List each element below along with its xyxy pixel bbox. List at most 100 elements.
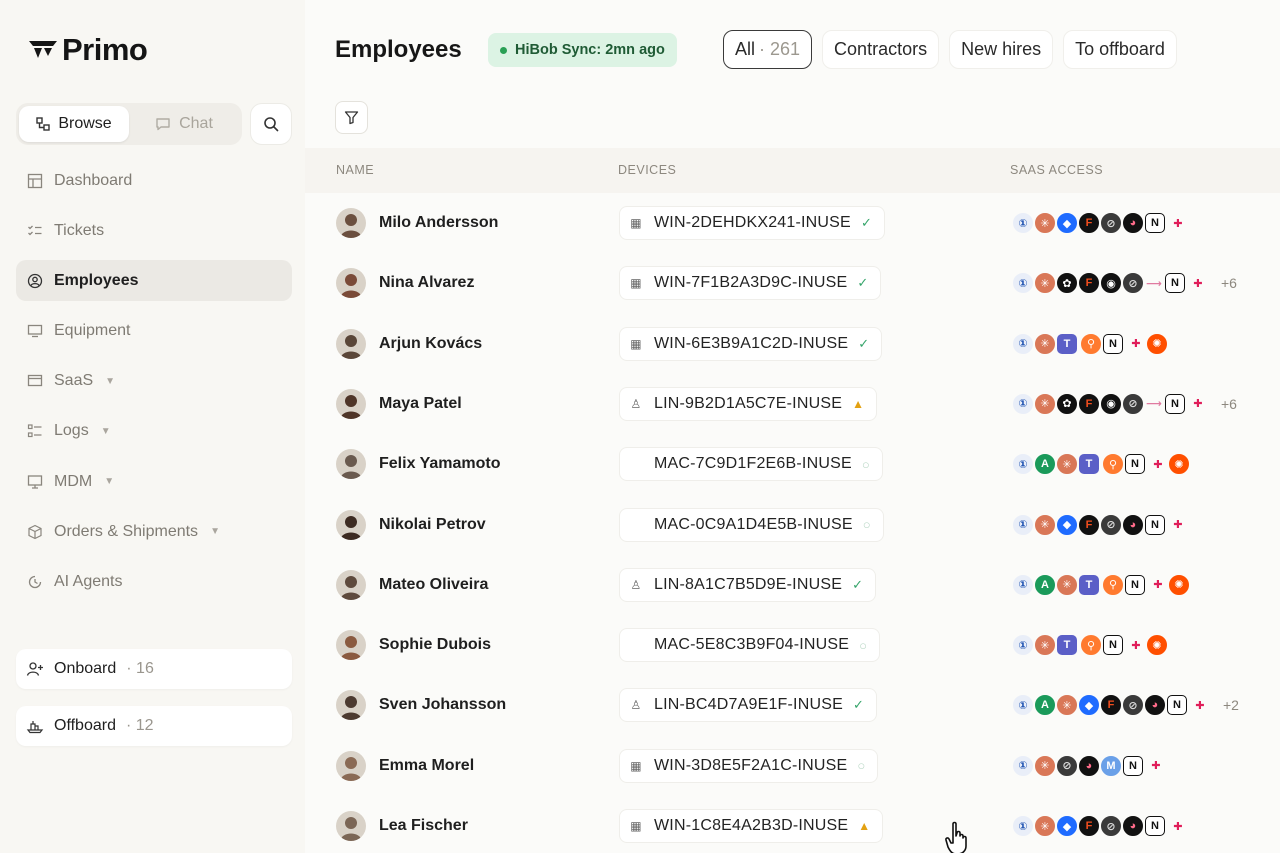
- claude-app-icon[interactable]: ✳: [1033, 211, 1057, 235]
- employee-name[interactable]: Nikolai Petrov: [379, 516, 486, 534]
- linear-app-icon[interactable]: ⊘: [1099, 814, 1123, 838]
- 1password-app-icon[interactable]: ①: [1011, 814, 1035, 838]
- notion-app-icon[interactable]: N: [1145, 816, 1165, 836]
- teams-app-icon[interactable]: T: [1057, 333, 1077, 354]
- device-chip[interactable]: MAC-0C9A1D4E5B-INUSE ○: [619, 507, 884, 542]
- device-chip[interactable]: ▦ WIN-1C8E4A2B3D-INUSE ▲: [619, 809, 884, 843]
- teams-app-icon[interactable]: T: [1079, 454, 1099, 475]
- column-header-name[interactable]: NAME: [336, 163, 374, 177]
- employee-name[interactable]: Arjun Kovács: [379, 335, 482, 353]
- zapier-app-icon[interactable]: ✺: [1145, 331, 1169, 356]
- openai-app-icon[interactable]: ✿: [1055, 391, 1079, 416]
- claude-app-icon[interactable]: ✳: [1055, 452, 1079, 477]
- github-app-icon[interactable]: ◉: [1099, 391, 1123, 416]
- tab-contractors[interactable]: Contractors: [822, 30, 940, 69]
- claude-app-icon[interactable]: ✳: [1055, 693, 1079, 718]
- employee-name[interactable]: Lea Fischer: [379, 817, 468, 835]
- notion-app-icon[interactable]: N: [1167, 695, 1187, 716]
- loom-app-icon[interactable]: ◕: [1121, 814, 1145, 838]
- sidebar-item-employees[interactable]: Employees: [16, 260, 292, 302]
- 1password-app-icon[interactable]: ①: [1011, 391, 1035, 416]
- sidebar-item-equipment[interactable]: Equipment: [16, 311, 292, 352]
- device-chip[interactable]: MAC-5E8C3B9F04-INUSE ○: [619, 628, 881, 663]
- hubspot-app-icon[interactable]: ⚲: [1101, 452, 1125, 477]
- avatar[interactable]: [336, 630, 366, 661]
- table-row[interactable]: Sven Johansson ♙ LIN-BC4D7A9E1F-INUSE ✓ …: [305, 675, 1280, 735]
- column-header-saas[interactable]: SAAS ACCESS: [1010, 163, 1103, 177]
- zapier-app-icon[interactable]: ✺: [1167, 452, 1191, 477]
- linear-app-icon[interactable]: ⊘: [1099, 512, 1123, 537]
- claude-app-icon[interactable]: ✳: [1055, 572, 1079, 597]
- more-apps-count[interactable]: +2: [1223, 697, 1239, 713]
- 1password-app-icon[interactable]: ①: [1011, 331, 1035, 356]
- claude-app-icon[interactable]: ✳: [1033, 331, 1057, 356]
- sidebar-item-mdm[interactable]: MDM ▼: [16, 461, 292, 502]
- tab-new-hires[interactable]: New hires: [949, 30, 1054, 69]
- avatar[interactable]: [336, 509, 366, 540]
- brand-logo[interactable]: Primo: [28, 32, 148, 68]
- more-apps-count[interactable]: +6: [1221, 396, 1237, 412]
- employee-name[interactable]: Maya Patel: [379, 395, 462, 413]
- sidebar-item-orders[interactable]: Orders & Shipments ▼: [16, 511, 292, 552]
- avatar[interactable]: [336, 328, 366, 359]
- linear-app-icon[interactable]: ⊘: [1055, 753, 1079, 778]
- avatar[interactable]: [336, 388, 366, 419]
- link-app-icon[interactable]: ⟶: [1143, 271, 1165, 295]
- search-button[interactable]: [250, 103, 292, 145]
- device-chip[interactable]: MAC-7C9D1F2E6B-INUSE ○: [619, 447, 883, 482]
- 1password-app-icon[interactable]: ①: [1011, 271, 1035, 296]
- linear-app-icon[interactable]: ⊘: [1121, 693, 1145, 718]
- notion-app-icon[interactable]: N: [1103, 333, 1123, 354]
- device-chip[interactable]: ♙ LIN-8A1C7B5D9E-INUSE ✓: [619, 567, 877, 602]
- teams-app-icon[interactable]: T: [1057, 635, 1077, 656]
- device-chip[interactable]: ♙ LIN-BC4D7A9E1F-INUSE ✓: [619, 688, 878, 723]
- notion-app-icon[interactable]: N: [1145, 514, 1165, 535]
- table-row[interactable]: Mateo Oliveira ♙ LIN-8A1C7B5D9E-INUSE ✓ …: [305, 555, 1280, 615]
- claude-app-icon[interactable]: ✳: [1033, 512, 1057, 537]
- gmail-app-icon[interactable]: M: [1099, 753, 1123, 778]
- device-chip[interactable]: ▦ WIN-2DEHDKX241-INUSE ✓: [619, 206, 886, 240]
- notion-app-icon[interactable]: N: [1165, 393, 1185, 414]
- 1password-app-icon[interactable]: ①: [1011, 572, 1035, 597]
- figma-app-icon[interactable]: F: [1077, 271, 1101, 296]
- slack-app-icon[interactable]: ✚: [1147, 573, 1169, 597]
- 1password-app-icon[interactable]: ①: [1011, 452, 1035, 477]
- table-row[interactable]: Sophie Dubois MAC-5E8C3B9F04-INUSE ○ ① ✳ T…: [305, 615, 1280, 675]
- link-app-icon[interactable]: ⟶: [1143, 392, 1165, 416]
- figma-app-icon[interactable]: F: [1077, 814, 1101, 838]
- notion-app-icon[interactable]: N: [1145, 213, 1165, 233]
- slack-app-icon[interactable]: ✚: [1145, 754, 1167, 778]
- column-header-devices[interactable]: DEVICES: [618, 163, 676, 177]
- slack-app-icon[interactable]: ✚: [1189, 693, 1211, 717]
- slack-app-icon[interactable]: ✚: [1167, 513, 1189, 537]
- loom-app-icon[interactable]: ◕: [1121, 512, 1145, 537]
- figma-app-icon[interactable]: F: [1077, 512, 1101, 537]
- slack-app-icon[interactable]: ✚: [1167, 211, 1189, 235]
- zapier-app-icon[interactable]: ✺: [1167, 572, 1191, 597]
- avatar[interactable]: [336, 811, 366, 841]
- avatar[interactable]: [336, 208, 366, 238]
- teams-app-icon[interactable]: T: [1079, 574, 1099, 595]
- table-row[interactable]: Arjun Kovács ▦ WIN-6E3B9A1C2D-INUSE ✓ ① ✳…: [305, 314, 1280, 374]
- 1password-app-icon[interactable]: ①: [1011, 633, 1035, 658]
- dropbox-app-icon[interactable]: ◆: [1055, 814, 1079, 838]
- loom-app-icon[interactable]: ◕: [1143, 693, 1167, 718]
- claude-app-icon[interactable]: ✳: [1033, 633, 1057, 658]
- zapier-app-icon[interactable]: ✺: [1145, 633, 1169, 658]
- notion-app-icon[interactable]: N: [1103, 635, 1123, 656]
- more-apps-count[interactable]: +6: [1221, 275, 1237, 291]
- figma-app-icon[interactable]: F: [1099, 693, 1123, 718]
- avatar[interactable]: [336, 268, 366, 299]
- 1password-app-icon[interactable]: ①: [1011, 512, 1035, 537]
- device-chip[interactable]: ▦ WIN-3D8E5F2A1C-INUSE ○: [619, 748, 879, 783]
- openai-app-icon[interactable]: ✿: [1055, 271, 1079, 296]
- slack-app-icon[interactable]: ✚: [1147, 452, 1169, 476]
- sidebar-item-dashboard[interactable]: Dashboard: [16, 160, 292, 201]
- 1password-app-icon[interactable]: ①: [1011, 753, 1035, 778]
- device-chip[interactable]: ▦ WIN-6E3B9A1C2D-INUSE ✓: [619, 326, 883, 361]
- avatar[interactable]: [336, 569, 366, 600]
- notion-app-icon[interactable]: N: [1125, 454, 1145, 475]
- table-row[interactable]: Maya Patel ♙ LIN-9B2D1A5C7E-INUSE ▲ ① ✳ ✿ F…: [305, 374, 1280, 434]
- notion-app-icon[interactable]: N: [1125, 574, 1145, 595]
- slack-app-icon[interactable]: ✚: [1187, 392, 1209, 416]
